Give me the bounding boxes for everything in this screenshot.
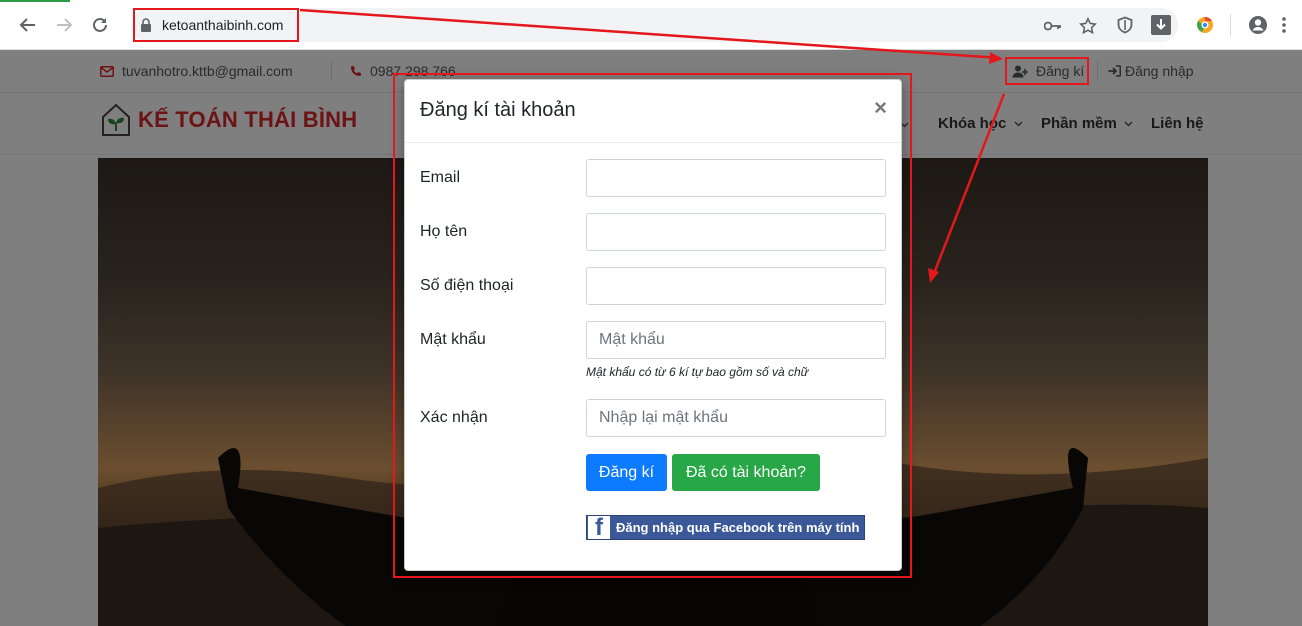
shield-icon[interactable] — [1115, 15, 1135, 35]
chrome-extension-icon[interactable] — [1195, 15, 1215, 35]
loading-indicator — [0, 0, 70, 2]
annotation-register-box — [1005, 57, 1089, 85]
forward-arrow-icon[interactable] — [51, 12, 77, 38]
more-menu-icon[interactable] — [1281, 15, 1287, 35]
download-extension-icon[interactable] — [1151, 15, 1171, 35]
back-arrow-icon[interactable] — [15, 12, 41, 38]
account-icon[interactable] — [1248, 15, 1268, 35]
annotation-modal-box — [393, 73, 912, 578]
star-icon[interactable] — [1078, 16, 1098, 36]
toolbar-divider — [1230, 14, 1231, 36]
reload-icon[interactable] — [87, 12, 113, 38]
annotation-url-box — [133, 8, 299, 42]
key-icon[interactable] — [1043, 16, 1063, 36]
